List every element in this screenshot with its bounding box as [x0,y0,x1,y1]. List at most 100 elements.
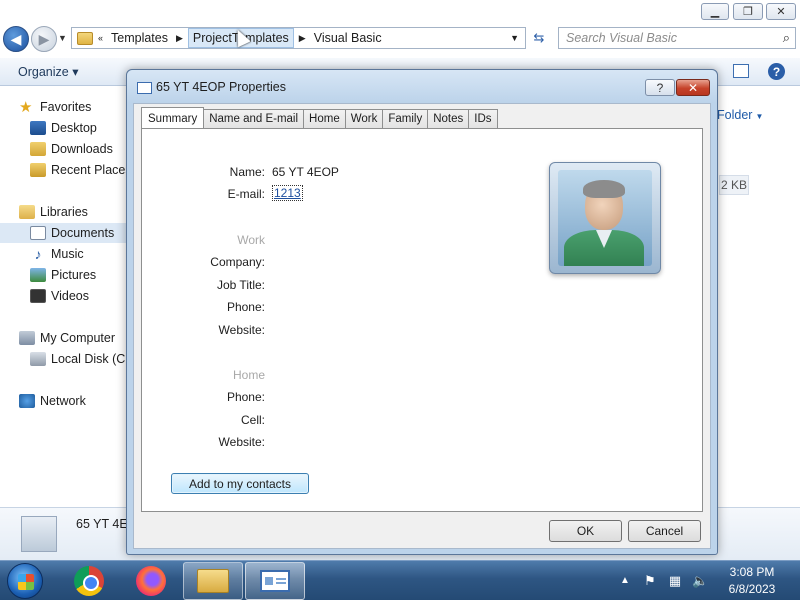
clock-date: 6/8/2023 [728,582,776,596]
close-window-button[interactable]: ✕ [766,3,796,20]
details-file-name: 65 YT 4E [76,517,128,531]
email-label: E-mail: [227,187,265,201]
forward-button[interactable]: ▶ [31,26,57,52]
address-collapse-icon[interactable]: « [98,33,103,43]
star-icon: ★ [19,99,33,116]
nav-label: Desktop [51,121,97,135]
nav-label: Libraries [40,205,88,219]
tab-notes[interactable]: Notes [428,109,470,129]
chevron-right-icon[interactable]: ▶ [176,33,183,44]
tab-work[interactable]: Work [345,109,384,129]
nav-favorites[interactable]: ★ Favorites [0,97,91,117]
help-icon[interactable]: ? [768,63,785,80]
documents-icon [30,226,46,240]
search-icon[interactable]: ⌕ [783,30,790,46]
nav-label: Pictures [51,268,97,282]
nav-my-computer[interactable]: My Computer [0,328,115,348]
nav-network[interactable]: Network [0,391,86,411]
taskbar-contact-properties[interactable] [245,562,305,600]
volume-muted-icon[interactable]: 🔈 [692,573,708,589]
dialog-title: 65 YT 4EOP Properties [156,80,286,94]
nav-libraries[interactable]: Libraries [0,202,88,222]
nav-local-disk[interactable]: Local Disk (C:) [0,349,133,369]
libraries-icon [19,205,35,219]
chrome-icon [74,566,104,596]
address-bar[interactable]: « Templates ▶ ProjectTemplates ▶ Visual … [71,27,526,49]
new-folder-button[interactable]: Folder ▼ [717,108,763,122]
system-clock[interactable]: 3:08 PM 6/8/2023 [720,564,784,598]
home-website-label: Website: [218,435,265,449]
show-hidden-icons-button[interactable]: ▲ [620,575,630,586]
tab-strip: Summary Name and E-mail Home Work Family… [141,107,498,129]
nav-label: Favorites [40,100,92,114]
nav-pictures[interactable]: Pictures [0,265,96,285]
tab-name-and-email[interactable]: Name and E-mail [204,109,305,129]
nav-recent-places[interactable]: Recent Places [0,160,132,180]
back-arrow-icon: ◀ [10,30,22,47]
nav-music[interactable]: ♪ Music [0,244,84,264]
ok-button[interactable]: OK [549,520,622,542]
taskbar-explorer[interactable] [183,562,243,600]
nav-label: Network [40,394,86,408]
nav-label: Music [51,247,84,261]
search-input[interactable]: Search Visual Basic ⌕ [558,27,796,49]
name-label: Name: [229,165,265,179]
person-avatar-icon [558,170,652,266]
nav-label: My Computer [40,331,116,345]
nav-label: Recent Places [51,163,132,177]
nav-downloads[interactable]: Downloads [0,139,113,159]
work-section-heading: Work [237,233,265,247]
email-value-container: 1213 [272,185,303,201]
navigation-pane: ★ Favorites Desktop Downloads Recent Plac… [0,87,133,507]
recent-pages-dropdown[interactable]: ▼ [58,33,67,43]
videos-icon [30,289,46,303]
chevron-right-icon[interactable]: ▶ [299,33,306,44]
forward-arrow-icon: ▶ [38,30,50,47]
local-disk-icon [30,352,46,366]
tab-summary[interactable]: Summary [141,107,205,129]
new-folder-label: Folder [717,108,753,122]
explorer-icon [197,569,229,593]
contact-photo[interactable] [549,162,661,274]
email-link[interactable]: 1213 [272,185,303,201]
dialog-close-button[interactable]: ✕ [676,79,710,96]
breadcrumb-visual-basic[interactable]: Visual Basic [311,31,385,45]
home-phone-label: Phone: [226,390,265,404]
clock-time: 3:08 PM [729,565,775,579]
taskbar: ▲ ⚑ ▦ 🔈 3:08 PM 6/8/2023 [0,560,800,600]
tab-home[interactable]: Home [304,109,346,129]
dialog-body: Summary Name and E-mail Home Work Family… [133,103,711,549]
minimize-button[interactable]: ▁ [701,3,729,20]
back-button[interactable]: ◀ [3,26,29,52]
home-section-heading: Home [232,368,265,382]
nav-label: Downloads [51,142,113,156]
nav-label: Documents [51,226,115,240]
address-dropdown-icon[interactable]: ▼ [510,33,519,43]
organize-button[interactable]: Organize ▾ [18,64,78,79]
tab-ids[interactable]: IDs [469,109,498,129]
network-status-icon[interactable]: ▦ [667,573,683,589]
action-center-icon[interactable]: ⚑ [642,573,658,589]
nav-documents[interactable]: Documents [0,223,127,243]
dialog-help-button[interactable]: ? [645,79,675,96]
breadcrumb-templates[interactable]: Templates [108,31,171,45]
nav-desktop[interactable]: Desktop [0,118,97,138]
tab-family[interactable]: Family [383,109,429,129]
chevron-down-icon: ▼ [755,112,764,121]
dialog-titlebar[interactable]: 65 YT 4EOP Properties ? ✕ [127,70,717,103]
refresh-button[interactable]: ⇆ [527,27,551,49]
contact-thumbnail-icon [21,516,57,552]
cancel-button[interactable]: Cancel [628,520,701,542]
start-button[interactable] [7,563,43,599]
taskbar-firefox[interactable] [121,562,181,600]
firefox-icon [136,566,166,596]
add-to-contacts-button[interactable]: Add to my contacts [171,473,309,494]
preview-pane-icon[interactable] [733,64,749,78]
nav-videos[interactable]: Videos [0,286,89,306]
work-phone-label: Phone: [226,300,265,314]
recent-places-icon [30,163,46,177]
maximize-button[interactable]: ❐ [733,3,763,20]
company-label: Company: [210,255,265,269]
search-placeholder: Search Visual Basic [566,31,677,45]
taskbar-chrome[interactable] [59,562,119,600]
